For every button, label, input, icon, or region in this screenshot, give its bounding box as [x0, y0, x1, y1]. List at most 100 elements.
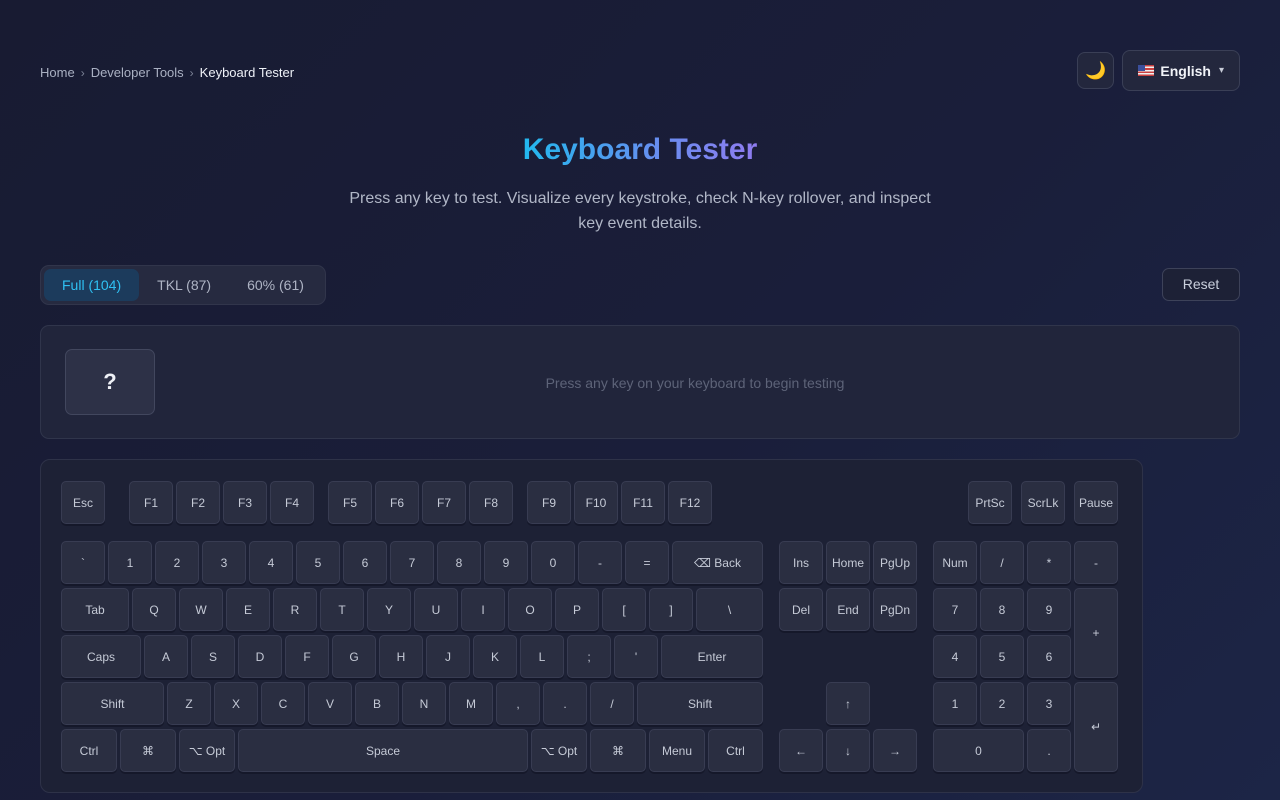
key[interactable]: O — [508, 588, 552, 631]
layout-tab-60[interactable]: 60% (61) — [229, 269, 322, 301]
key[interactable]: T — [320, 588, 364, 631]
key[interactable]: F — [285, 635, 329, 678]
key[interactable]: - — [578, 541, 622, 584]
key[interactable]: Menu — [649, 729, 705, 772]
key[interactable]: 6 — [343, 541, 387, 584]
key[interactable]: P — [555, 588, 599, 631]
key[interactable]: W — [179, 588, 223, 631]
key[interactable]: 1 — [108, 541, 152, 584]
key[interactable]: 6 — [1027, 635, 1071, 678]
key[interactable]: B — [355, 682, 399, 725]
key[interactable]: PrtSc — [968, 481, 1012, 524]
key[interactable]: F1 — [129, 481, 173, 524]
breadcrumb-home[interactable]: Home — [40, 65, 75, 80]
key[interactable]: ⌥ Opt — [179, 729, 235, 772]
key[interactable]: Ctrl — [61, 729, 117, 772]
key[interactable]: V — [308, 682, 352, 725]
key[interactable]: X — [214, 682, 258, 725]
key[interactable]: Space — [238, 729, 528, 772]
key[interactable]: - — [1074, 541, 1118, 584]
key[interactable]: ' — [614, 635, 658, 678]
key[interactable]: J — [426, 635, 470, 678]
key[interactable]: Esc — [61, 481, 105, 524]
key[interactable]: Tab — [61, 588, 129, 631]
key[interactable]: 5 — [296, 541, 340, 584]
key[interactable]: 3 — [1027, 682, 1071, 725]
key[interactable]: End — [826, 588, 870, 631]
key[interactable]: N — [402, 682, 446, 725]
key[interactable]: ⌘ — [590, 729, 646, 772]
key[interactable]: ⌫ Back — [672, 541, 763, 584]
key[interactable]: A — [144, 635, 188, 678]
key[interactable]: M — [449, 682, 493, 725]
key[interactable]: F9 — [527, 481, 571, 524]
key[interactable]: 8 — [437, 541, 481, 584]
key[interactable]: Z — [167, 682, 211, 725]
key[interactable]: Ins — [779, 541, 823, 584]
key[interactable]: Del — [779, 588, 823, 631]
key[interactable]: R — [273, 588, 317, 631]
key[interactable]: 1 — [933, 682, 977, 725]
key[interactable]: 7 — [933, 588, 977, 631]
key[interactable]: , — [496, 682, 540, 725]
key[interactable]: ↓ — [826, 729, 870, 772]
key[interactable]: → — [873, 729, 917, 772]
key[interactable]: \ — [696, 588, 763, 631]
layout-tab-full[interactable]: Full (104) — [44, 269, 140, 301]
key[interactable]: 8 — [980, 588, 1024, 631]
key[interactable]: S — [191, 635, 235, 678]
key[interactable]: G — [332, 635, 376, 678]
reset-button[interactable]: Reset — [1162, 268, 1240, 301]
key[interactable]: 2 — [155, 541, 199, 584]
key[interactable]: ` — [61, 541, 105, 584]
key[interactable]: Caps — [61, 635, 141, 678]
key[interactable]: Home — [826, 541, 870, 584]
key[interactable]: ↑ — [826, 682, 870, 725]
key[interactable]: ⌘ — [120, 729, 176, 772]
key[interactable]: 4 — [933, 635, 977, 678]
key[interactable]: I — [461, 588, 505, 631]
key[interactable]: Y — [367, 588, 411, 631]
key[interactable]: 3 — [202, 541, 246, 584]
key[interactable]: F11 — [621, 481, 665, 524]
key[interactable]: Shift — [637, 682, 763, 725]
key[interactable]: Shift — [61, 682, 164, 725]
key[interactable]: F2 — [176, 481, 220, 524]
key[interactable]: E — [226, 588, 270, 631]
key[interactable]: + — [1074, 588, 1118, 678]
key[interactable]: . — [1027, 729, 1071, 772]
key[interactable]: F10 — [574, 481, 618, 524]
key[interactable]: 9 — [484, 541, 528, 584]
key[interactable]: PgUp — [873, 541, 917, 584]
language-select[interactable]: English ▾ — [1122, 50, 1240, 91]
key[interactable]: ] — [649, 588, 693, 631]
key[interactable]: [ — [602, 588, 646, 631]
key[interactable]: 7 — [390, 541, 434, 584]
key[interactable]: 0 — [933, 729, 1024, 772]
key[interactable]: F6 — [375, 481, 419, 524]
key[interactable]: D — [238, 635, 282, 678]
key[interactable]: H — [379, 635, 423, 678]
key[interactable]: 9 — [1027, 588, 1071, 631]
key[interactable]: U — [414, 588, 458, 631]
key[interactable]: K — [473, 635, 517, 678]
key[interactable]: . — [543, 682, 587, 725]
key[interactable]: 4 — [249, 541, 293, 584]
key[interactable]: PgDn — [873, 588, 917, 631]
key[interactable]: C — [261, 682, 305, 725]
key[interactable]: 0 — [531, 541, 575, 584]
key[interactable]: F5 — [328, 481, 372, 524]
key[interactable]: ScrLk — [1021, 481, 1065, 524]
key[interactable]: F7 — [422, 481, 466, 524]
key[interactable]: 2 — [980, 682, 1024, 725]
key[interactable]: Ctrl — [708, 729, 763, 772]
key[interactable]: Enter — [661, 635, 763, 678]
key[interactable]: * — [1027, 541, 1071, 584]
key[interactable]: F12 — [668, 481, 712, 524]
key[interactable]: Num — [933, 541, 977, 584]
theme-toggle-button[interactable]: 🌙 — [1077, 52, 1115, 89]
key[interactable]: ↵ — [1074, 682, 1118, 772]
key[interactable]: Pause — [1074, 481, 1118, 524]
key[interactable]: / — [590, 682, 634, 725]
key[interactable]: L — [520, 635, 564, 678]
